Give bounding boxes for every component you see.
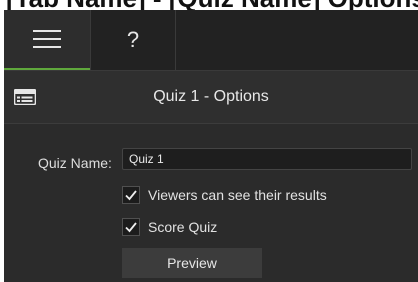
hamburger-icon	[33, 30, 61, 48]
page-heading-text: [Tab Name] - [Quiz Name] Options	[6, 0, 418, 10]
quiz-name-input[interactable]	[122, 148, 412, 170]
tab-help[interactable]: ?	[90, 10, 176, 70]
panel-header: Quiz 1 - Options	[4, 71, 418, 124]
score-quiz-checkbox[interactable]	[122, 218, 140, 236]
viewers-see-results-checkbox[interactable]	[122, 186, 140, 204]
app-root: [Tab Name] - [Quiz Name] Options ?	[0, 0, 418, 282]
preview-button[interactable]: Preview	[122, 248, 262, 278]
checkmark-icon	[125, 190, 137, 201]
options-form: Quiz Name: Viewers can see their results…	[4, 124, 418, 282]
tab-bar: ?	[4, 10, 418, 71]
tab-options[interactable]	[4, 10, 90, 70]
panel-title: Quiz 1 - Options	[153, 88, 269, 105]
viewers-see-results-row[interactable]: Viewers can see their results	[122, 186, 327, 204]
quiz-name-label: Quiz Name:	[38, 155, 112, 171]
score-quiz-row[interactable]: Score Quiz	[122, 218, 217, 236]
score-quiz-label: Score Quiz	[148, 219, 218, 235]
page-heading-fragment: [Tab Name] - [Quiz Name] Options	[0, 0, 418, 10]
viewers-see-results-label: Viewers can see their results	[148, 187, 327, 203]
question-icon: ?	[126, 27, 140, 52]
checkmark-icon	[125, 222, 137, 233]
quiz-options-panel: ? Quiz 1 - Options Quiz Name: Quiz 1 Vie…	[4, 10, 418, 282]
